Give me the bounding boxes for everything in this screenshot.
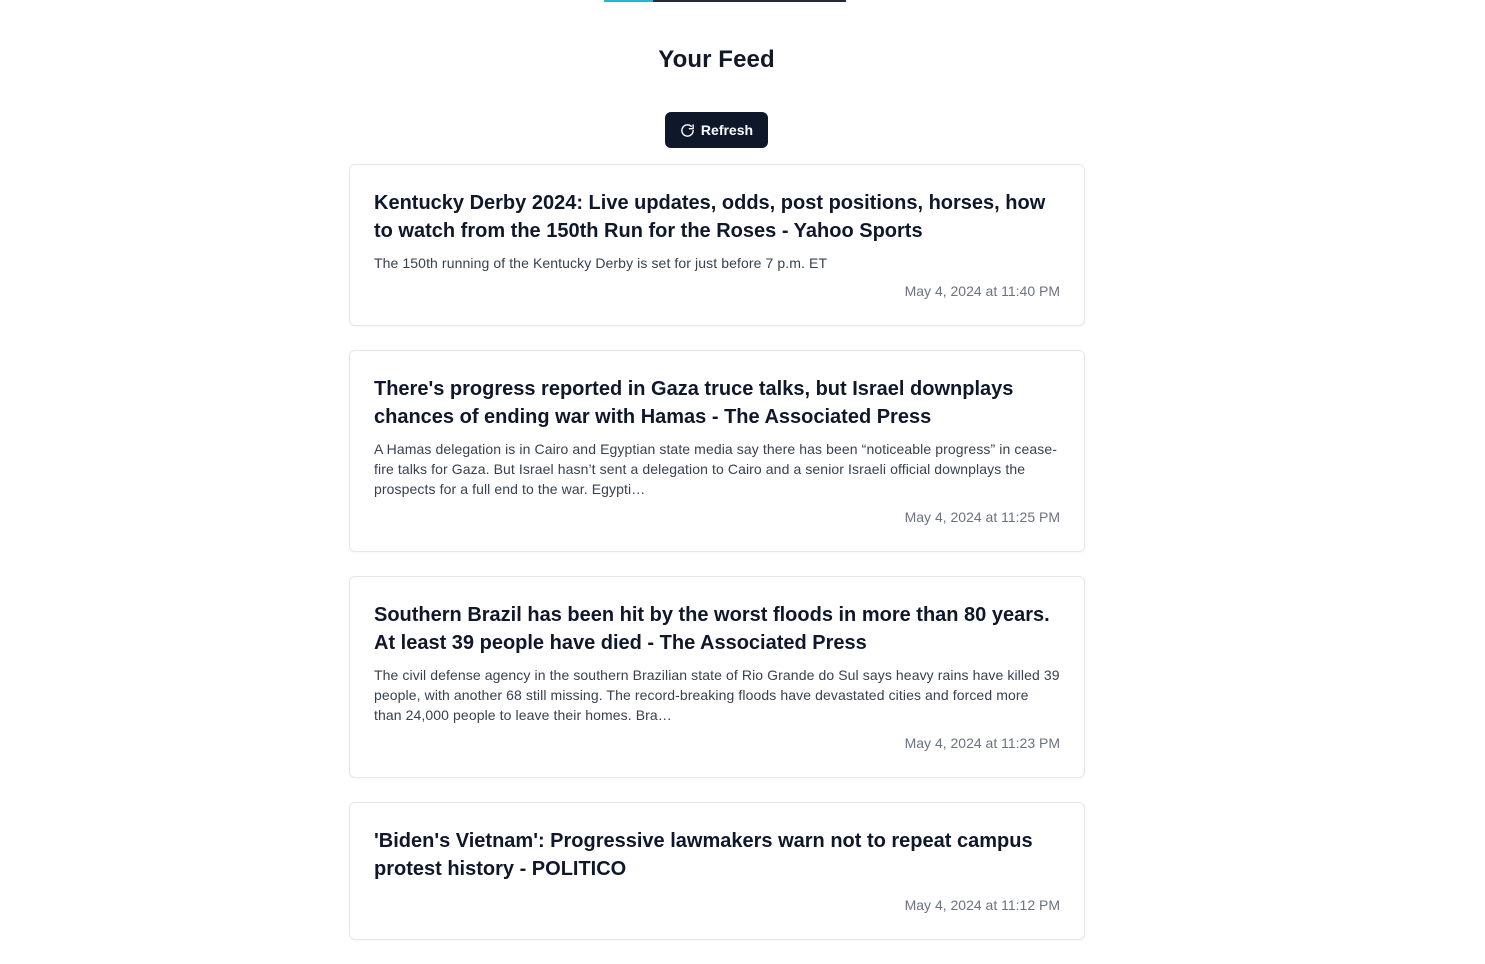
news-card-title[interactable]: 'Biden's Vietnam': Progressive lawmakers… (374, 827, 1060, 883)
refresh-label: Refresh (700, 122, 754, 138)
page-title: Your Feed (658, 46, 775, 73)
news-card-title[interactable]: Southern Brazil has been hit by the wors… (374, 601, 1060, 657)
news-card-title[interactable]: There's progress reported in Gaza truce … (374, 375, 1060, 431)
news-card-date: May 4, 2024 at 11:12 PM (904, 897, 1060, 913)
news-card[interactable]: There's progress reported in Gaza truce … (349, 350, 1085, 552)
refresh-button[interactable]: Refresh (665, 112, 768, 148)
news-feed: Kentucky Derby 2024: Live updates, odds,… (349, 164, 1085, 964)
news-card-date: May 4, 2024 at 11:40 PM (904, 283, 1060, 299)
news-card-date: May 4, 2024 at 11:25 PM (904, 509, 1060, 525)
news-card-description: The 150th running of the Kentucky Derby … (374, 255, 828, 271)
news-card-description: The civil defense agency in the southern… (374, 667, 1060, 723)
news-card[interactable]: 'Biden's Vietnam': Progressive lawmakers… (349, 802, 1085, 940)
top-progress-accent (604, 0, 653, 2)
news-card-description: A Hamas delegation is in Cairo and Egypt… (374, 441, 1057, 497)
news-card[interactable]: Kentucky Derby 2024: Live updates, odds,… (349, 164, 1085, 326)
refresh-icon (680, 123, 695, 138)
news-card[interactable]: Southern Brazil has been hit by the wors… (349, 576, 1085, 778)
news-card-date: May 4, 2024 at 11:23 PM (904, 735, 1060, 751)
top-progress-bar (604, 0, 846, 2)
news-card-title[interactable]: Kentucky Derby 2024: Live updates, odds,… (374, 189, 1060, 245)
